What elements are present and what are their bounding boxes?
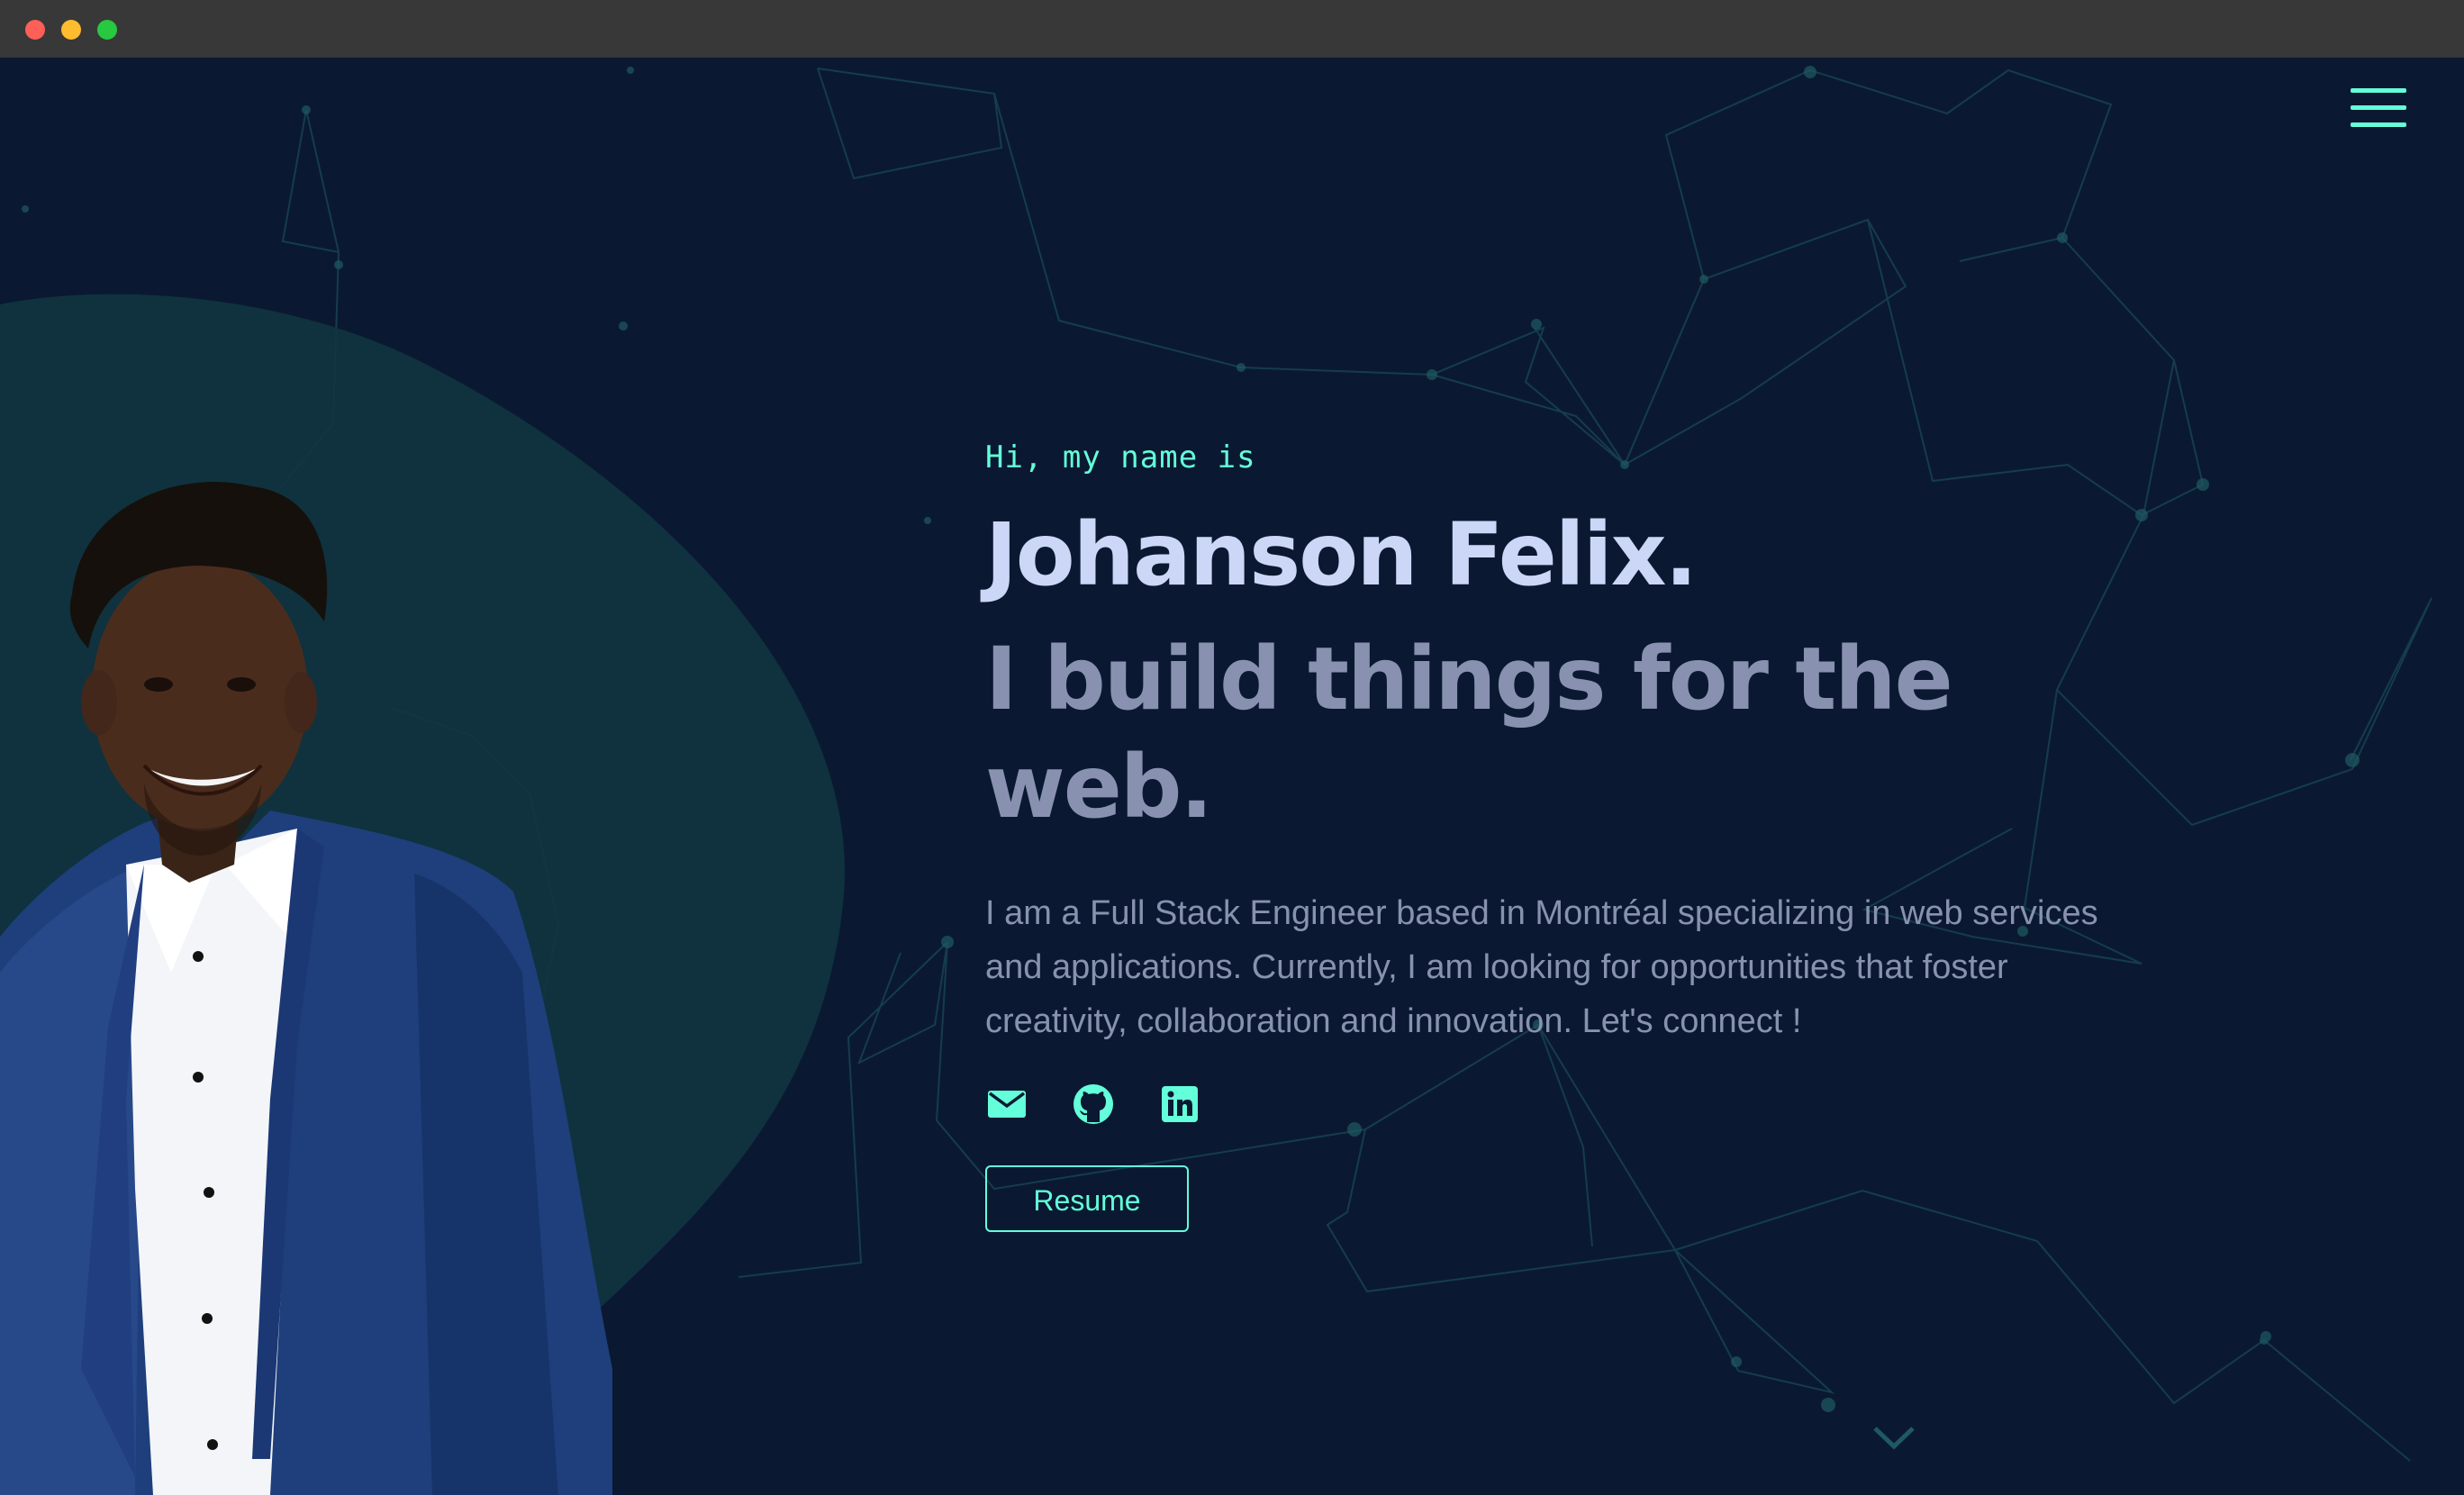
social-links — [985, 1083, 2174, 1126]
menu-bar-middle — [2351, 105, 2406, 110]
bio-paragraph: I am a Full Stack Engineer based in Mont… — [985, 894, 2098, 1040]
email-icon[interactable] — [985, 1083, 1028, 1126]
page-viewport: Hi, my name is Johanson Felix. I build t… — [0, 58, 2464, 1495]
hero-section: Hi, my name is Johanson Felix. I build t… — [985, 439, 2174, 1232]
browser-window: Hi, my name is Johanson Felix. I build t… — [0, 0, 2464, 1495]
page-title: Johanson Felix. — [985, 504, 1698, 605]
window-titlebar — [0, 0, 2464, 58]
zoom-window-button[interactable] — [97, 20, 117, 40]
github-icon[interactable] — [1072, 1083, 1115, 1126]
menu-bar-bottom — [2351, 122, 2406, 127]
resume-button[interactable]: Resume — [985, 1165, 1189, 1232]
greeting-text: Hi, my name is — [985, 439, 1256, 476]
linkedin-icon[interactable] — [1158, 1083, 1201, 1126]
minimize-window-button[interactable] — [61, 20, 81, 40]
profile-photo — [0, 482, 612, 1495]
tagline-heading: I build things for the web. — [985, 629, 1953, 838]
close-window-button[interactable] — [25, 20, 45, 40]
menu-bar-top — [2351, 88, 2406, 93]
hamburger-menu-icon[interactable] — [2347, 85, 2410, 135]
chevron-down-icon[interactable] — [1871, 1425, 1916, 1452]
